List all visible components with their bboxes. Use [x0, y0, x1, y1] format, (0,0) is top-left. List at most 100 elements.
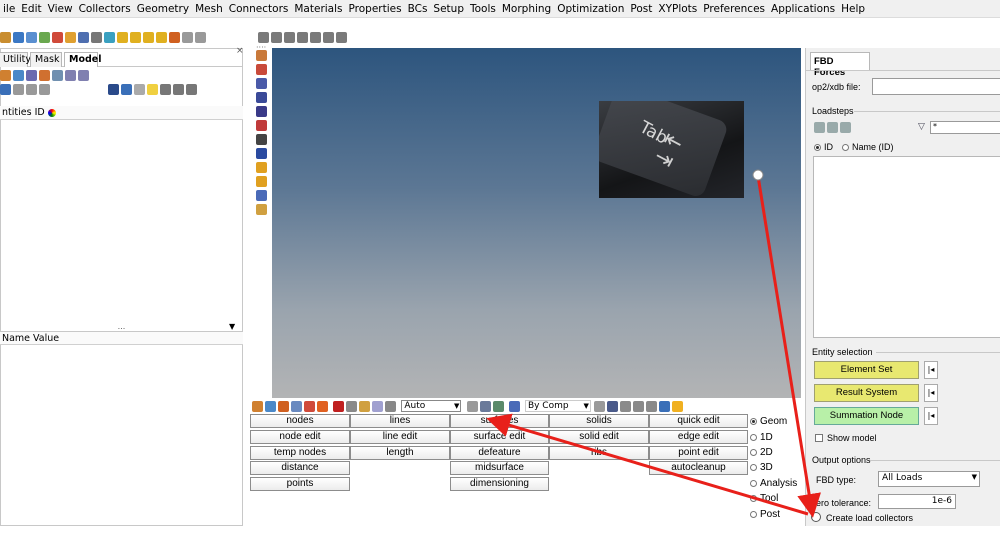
component-icon[interactable]: [13, 70, 24, 81]
select-icon[interactable]: [134, 84, 146, 95]
elem-style-icon[interactable]: [594, 400, 606, 412]
fit-icon[interactable]: [182, 32, 193, 43]
fbd-type-select[interactable]: All Loads ▼: [878, 471, 980, 487]
zoom-out-icon[interactable]: [271, 32, 282, 43]
arrow-right-icon[interactable]: [310, 32, 321, 43]
distance-button[interactable]: distance: [250, 461, 350, 475]
result-system-reset-icon[interactable]: |◂: [924, 384, 938, 402]
solid-edit-button[interactable]: solid edit: [549, 430, 649, 444]
result-system-button[interactable]: Result System: [814, 384, 919, 402]
mode-2d-radio[interactable]: 2D: [750, 447, 773, 459]
monitor-icon[interactable]: [659, 400, 671, 412]
assembly-tb-icon[interactable]: [265, 400, 276, 412]
panel-splitter[interactable]: ...: [0, 322, 243, 331]
arrow-updown-icon[interactable]: [323, 32, 334, 43]
braces-icon[interactable]: [336, 32, 347, 43]
isolate-icon[interactable]: [186, 84, 198, 95]
menu-setup[interactable]: Setup: [430, 0, 467, 16]
menu-collectors[interactable]: Collectors: [76, 0, 134, 16]
mode-analysis-radio[interactable]: Analysis: [750, 478, 797, 490]
loadcol-icon[interactable]: [65, 70, 76, 81]
label-abc2-icon[interactable]: [256, 176, 267, 187]
crosshair-icon[interactable]: [284, 32, 295, 43]
mode-post-radio[interactable]: Post: [750, 509, 780, 521]
highlight-icon[interactable]: [147, 84, 159, 95]
wire-style-icon[interactable]: [466, 400, 478, 412]
user-profile-icon[interactable]: [65, 32, 76, 43]
property-icon[interactable]: [52, 70, 63, 81]
export-icon[interactable]: [39, 32, 50, 43]
menu-optimization[interactable]: Optimization: [554, 0, 627, 16]
mask-icon[interactable]: [256, 64, 267, 75]
rotate-icon[interactable]: [104, 32, 115, 43]
dimensioning-button[interactable]: dimensioning: [450, 477, 549, 491]
property-tb-icon[interactable]: [291, 400, 302, 412]
view-top-icon[interactable]: [143, 32, 154, 43]
open-model-icon[interactable]: [0, 32, 11, 43]
reveal-icon[interactable]: [359, 400, 371, 412]
delete-icon[interactable]: [52, 32, 63, 43]
loadcollector-tb-icon[interactable]: [304, 400, 315, 412]
filter-input[interactable]: *: [930, 121, 1000, 134]
vector-icon[interactable]: [256, 134, 267, 145]
nodes-button[interactable]: nodes: [250, 414, 350, 428]
point-edit-button[interactable]: point edit: [649, 446, 748, 460]
text-icon[interactable]: [256, 190, 267, 201]
entities-column-header[interactable]: ntities ID: [0, 106, 243, 120]
menu-edit[interactable]: Edit: [18, 0, 44, 16]
view-front-icon[interactable]: [130, 32, 141, 43]
bycomp-dropdown[interactable]: By Comp ▼: [524, 400, 591, 412]
auto-select-icon[interactable]: [385, 400, 397, 412]
defeature-button[interactable]: defeature: [450, 446, 549, 460]
splitter-chevron-icon[interactable]: ▼: [229, 322, 235, 331]
system-tb-icon[interactable]: [317, 400, 328, 412]
tree-icon[interactable]: [840, 122, 851, 133]
numbers-icon[interactable]: [256, 148, 267, 159]
lines-button[interactable]: lines: [350, 414, 450, 428]
menu-view[interactable]: View: [45, 0, 76, 16]
loadsteps-list[interactable]: [813, 156, 1000, 338]
line-edit-button[interactable]: line edit: [350, 430, 450, 444]
point-style-icon[interactable]: [646, 400, 658, 412]
menu-preferences[interactable]: Preferences: [700, 0, 768, 16]
surfaces-button[interactable]: surfaces: [450, 414, 549, 428]
menu-materials[interactable]: Materials: [291, 0, 345, 16]
folder-icon[interactable]: [0, 70, 11, 81]
wireframe-icon[interactable]: [256, 92, 267, 103]
find-icon[interactable]: [346, 400, 358, 412]
display-mode-icon[interactable]: [108, 84, 120, 95]
geom-style-icon[interactable]: [492, 400, 504, 412]
mode-1d-radio[interactable]: 1D: [750, 432, 773, 444]
material-icon[interactable]: [39, 70, 50, 81]
view-iso-icon[interactable]: [117, 32, 128, 43]
label-abc-icon[interactable]: [256, 162, 267, 173]
close-icon[interactable]: ×: [236, 46, 244, 56]
color-icon[interactable]: [121, 84, 133, 95]
tree-view-icon[interactable]: [39, 84, 50, 95]
line-style-icon[interactable]: [620, 400, 632, 412]
temp-nodes-button[interactable]: temp nodes: [250, 446, 350, 460]
pan-icon[interactable]: [195, 32, 206, 43]
menu-connectors[interactable]: Connectors: [226, 0, 292, 16]
assembly-icon[interactable]: [26, 70, 37, 81]
collapse-all-icon[interactable]: [827, 122, 838, 133]
edge-edit-button[interactable]: edge edit: [649, 430, 748, 444]
element-set-button[interactable]: Element Set: [814, 361, 919, 379]
node-edit-button[interactable]: node edit: [250, 430, 350, 444]
points-button[interactable]: points: [250, 477, 350, 491]
system-icon[interactable]: [78, 70, 89, 81]
tab-fbd-forces[interactable]: FBD Forces: [810, 52, 870, 78]
tab-model[interactable]: Model: [64, 52, 101, 67]
menu-xyplots[interactable]: XYPlots: [655, 0, 700, 16]
menu-tools[interactable]: Tools: [467, 0, 499, 16]
hand-pan-icon[interactable]: [297, 32, 308, 43]
length-button[interactable]: length: [350, 446, 450, 460]
element-set-reset-icon[interactable]: |◂: [924, 361, 938, 379]
name-id-radio[interactable]: Name (ID): [842, 141, 894, 153]
midsurface-button[interactable]: midsurface: [450, 461, 549, 475]
auto-dropdown[interactable]: Auto ▼: [401, 400, 462, 412]
zoom-icon[interactable]: [91, 32, 102, 43]
create-load-collectors-checkbox[interactable]: [811, 512, 821, 522]
zero-tolerance-input[interactable]: 1e-6: [878, 494, 956, 509]
menu-file[interactable]: ile: [0, 0, 18, 16]
